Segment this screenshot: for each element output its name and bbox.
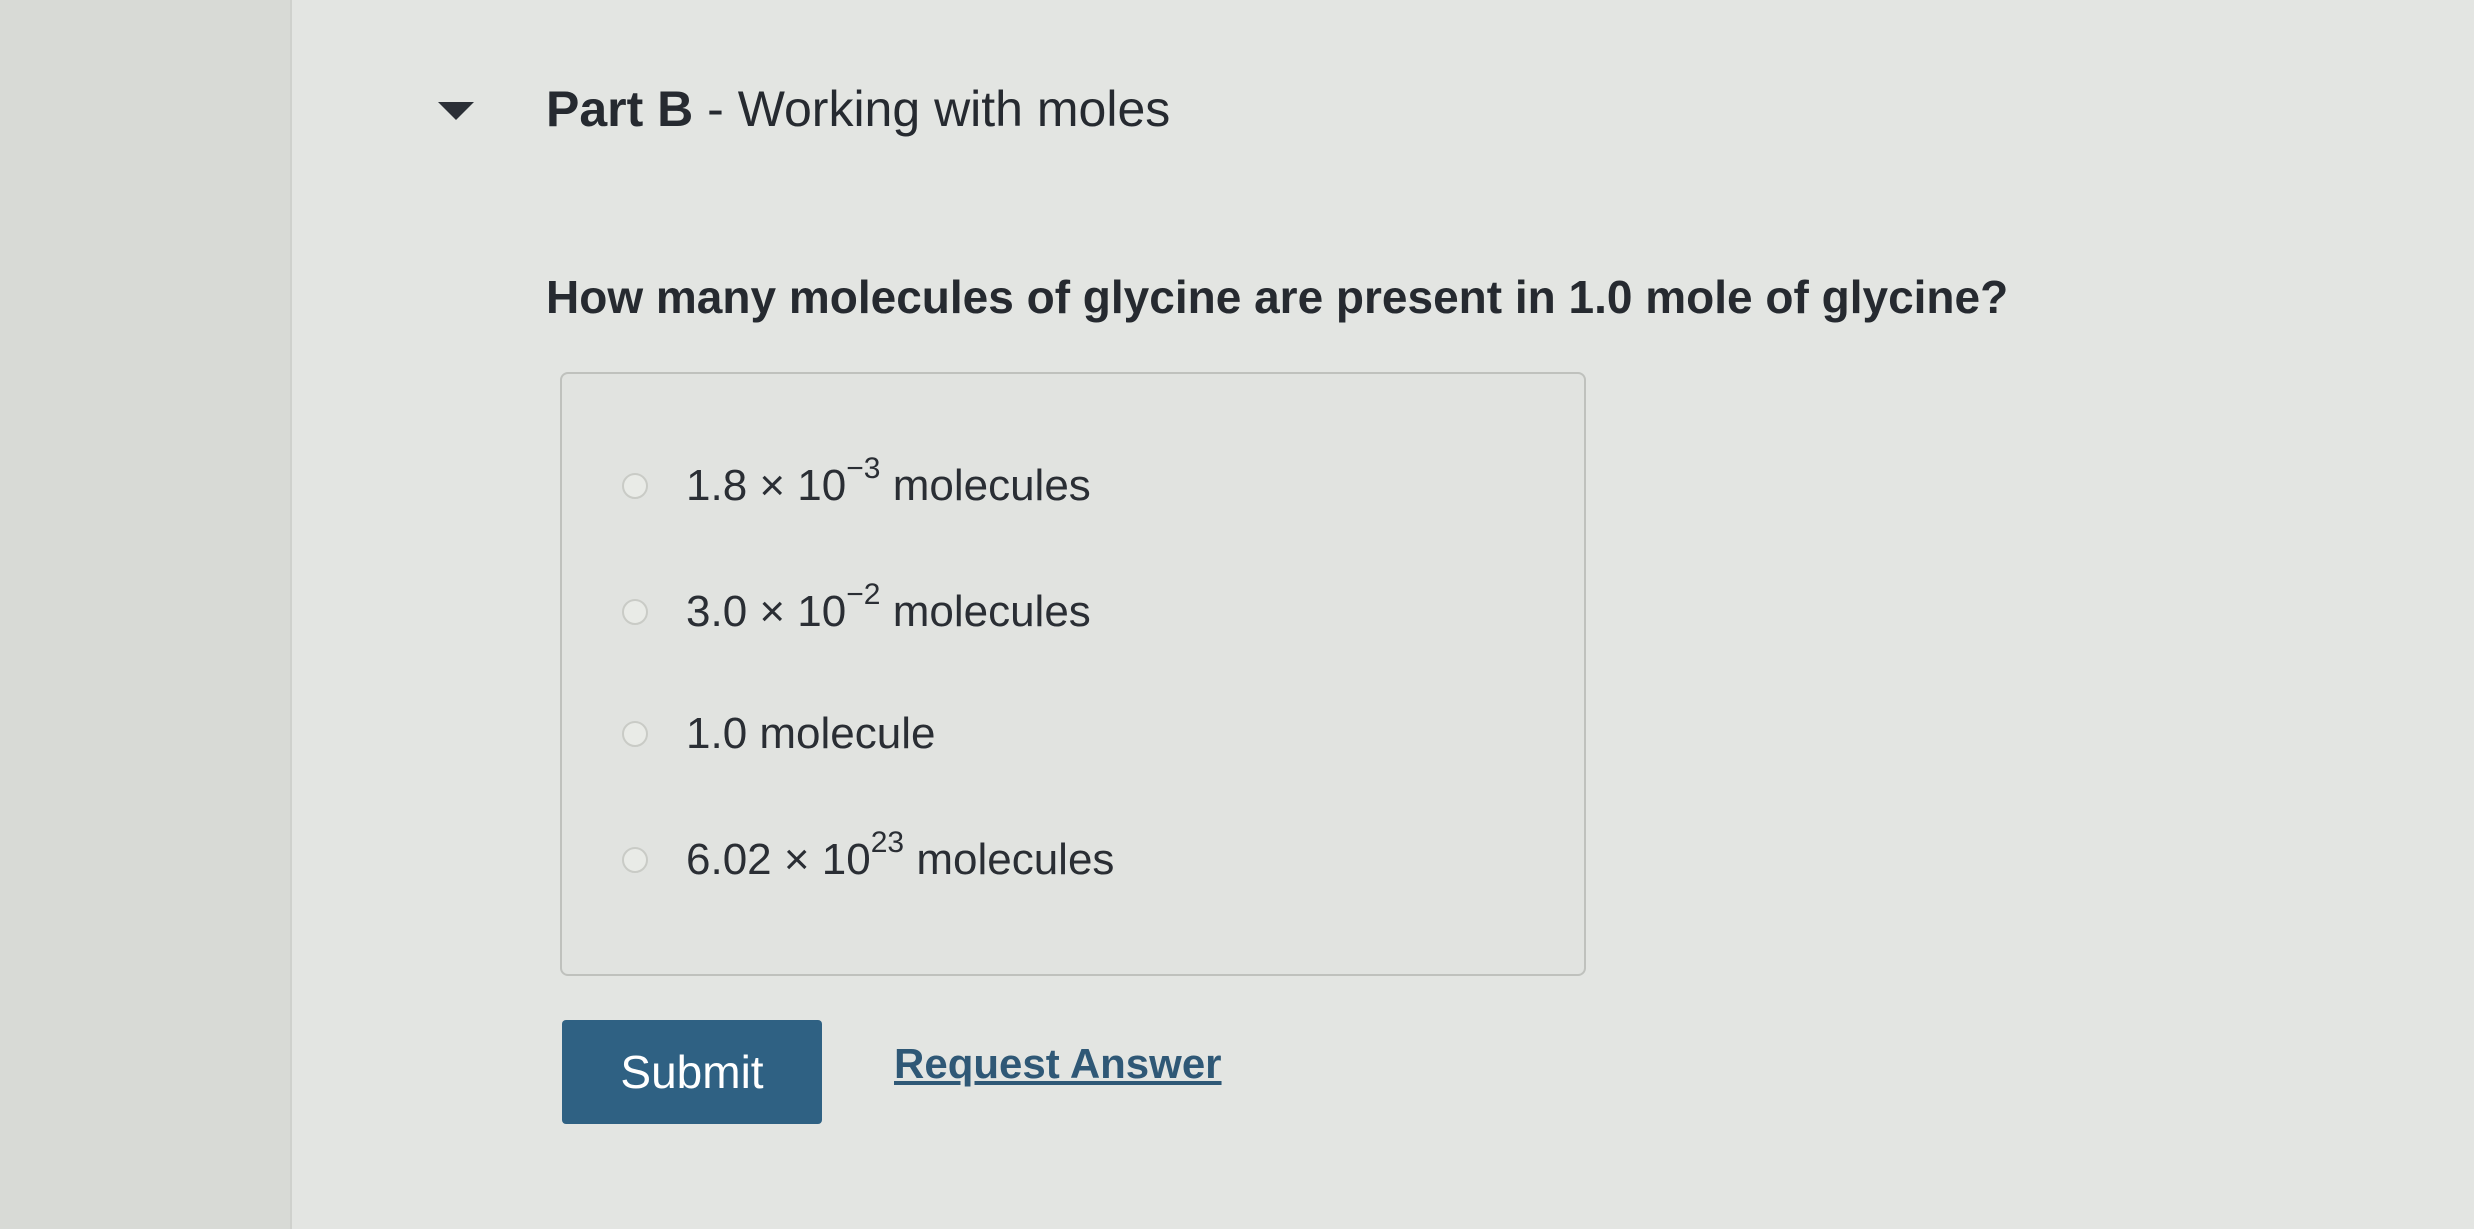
radio-button[interactable]	[622, 473, 648, 499]
option-4[interactable]: 6.02 × 1023 molecules	[622, 828, 1115, 890]
answer-options: 1.8 × 10−3 molecules 3.0 × 10−2 molecule…	[560, 372, 1586, 976]
option-label: 6.02 × 1023 molecules	[686, 828, 1115, 885]
option-exponent: 23	[870, 826, 905, 860]
question-text: How many molecules of glycine are presen…	[546, 271, 2009, 323]
part-title-text: Working with moles	[737, 81, 1171, 137]
radio-button[interactable]	[622, 599, 648, 625]
option-label: 1.8 × 10−3 molecules	[686, 454, 1091, 511]
part-title: Part B - Working with moles	[546, 80, 1170, 138]
caret-down-icon[interactable]	[438, 102, 474, 120]
part-title-separator: -	[693, 81, 738, 137]
option-base: 1.8 × 10	[686, 461, 847, 510]
submit-button[interactable]: Submit	[562, 1020, 822, 1124]
option-3[interactable]: 1.0 molecule	[622, 704, 935, 764]
radio-button[interactable]	[622, 847, 648, 873]
option-2[interactable]: 3.0 × 10−2 molecules	[622, 580, 1091, 642]
part-label: Part B	[546, 81, 694, 137]
option-exponent: −3	[846, 452, 881, 486]
option-label: 3.0 × 10−2 molecules	[686, 580, 1091, 637]
option-label: 1.0 molecule	[686, 709, 935, 759]
option-base: 3.0 × 10	[686, 587, 847, 636]
option-base: 6.02 × 10	[686, 835, 871, 884]
option-exponent: −2	[846, 578, 881, 612]
option-unit: molecules	[904, 835, 1115, 884]
page-left-margin	[0, 0, 310, 1229]
option-unit: molecules	[880, 461, 1091, 510]
option-base: 1.0 molecule	[686, 709, 936, 758]
option-unit: molecules	[880, 587, 1091, 636]
radio-button[interactable]	[622, 721, 648, 747]
option-1[interactable]: 1.8 × 10−3 molecules	[622, 454, 1091, 516]
request-answer-link[interactable]: Request Answer	[894, 1040, 1222, 1088]
